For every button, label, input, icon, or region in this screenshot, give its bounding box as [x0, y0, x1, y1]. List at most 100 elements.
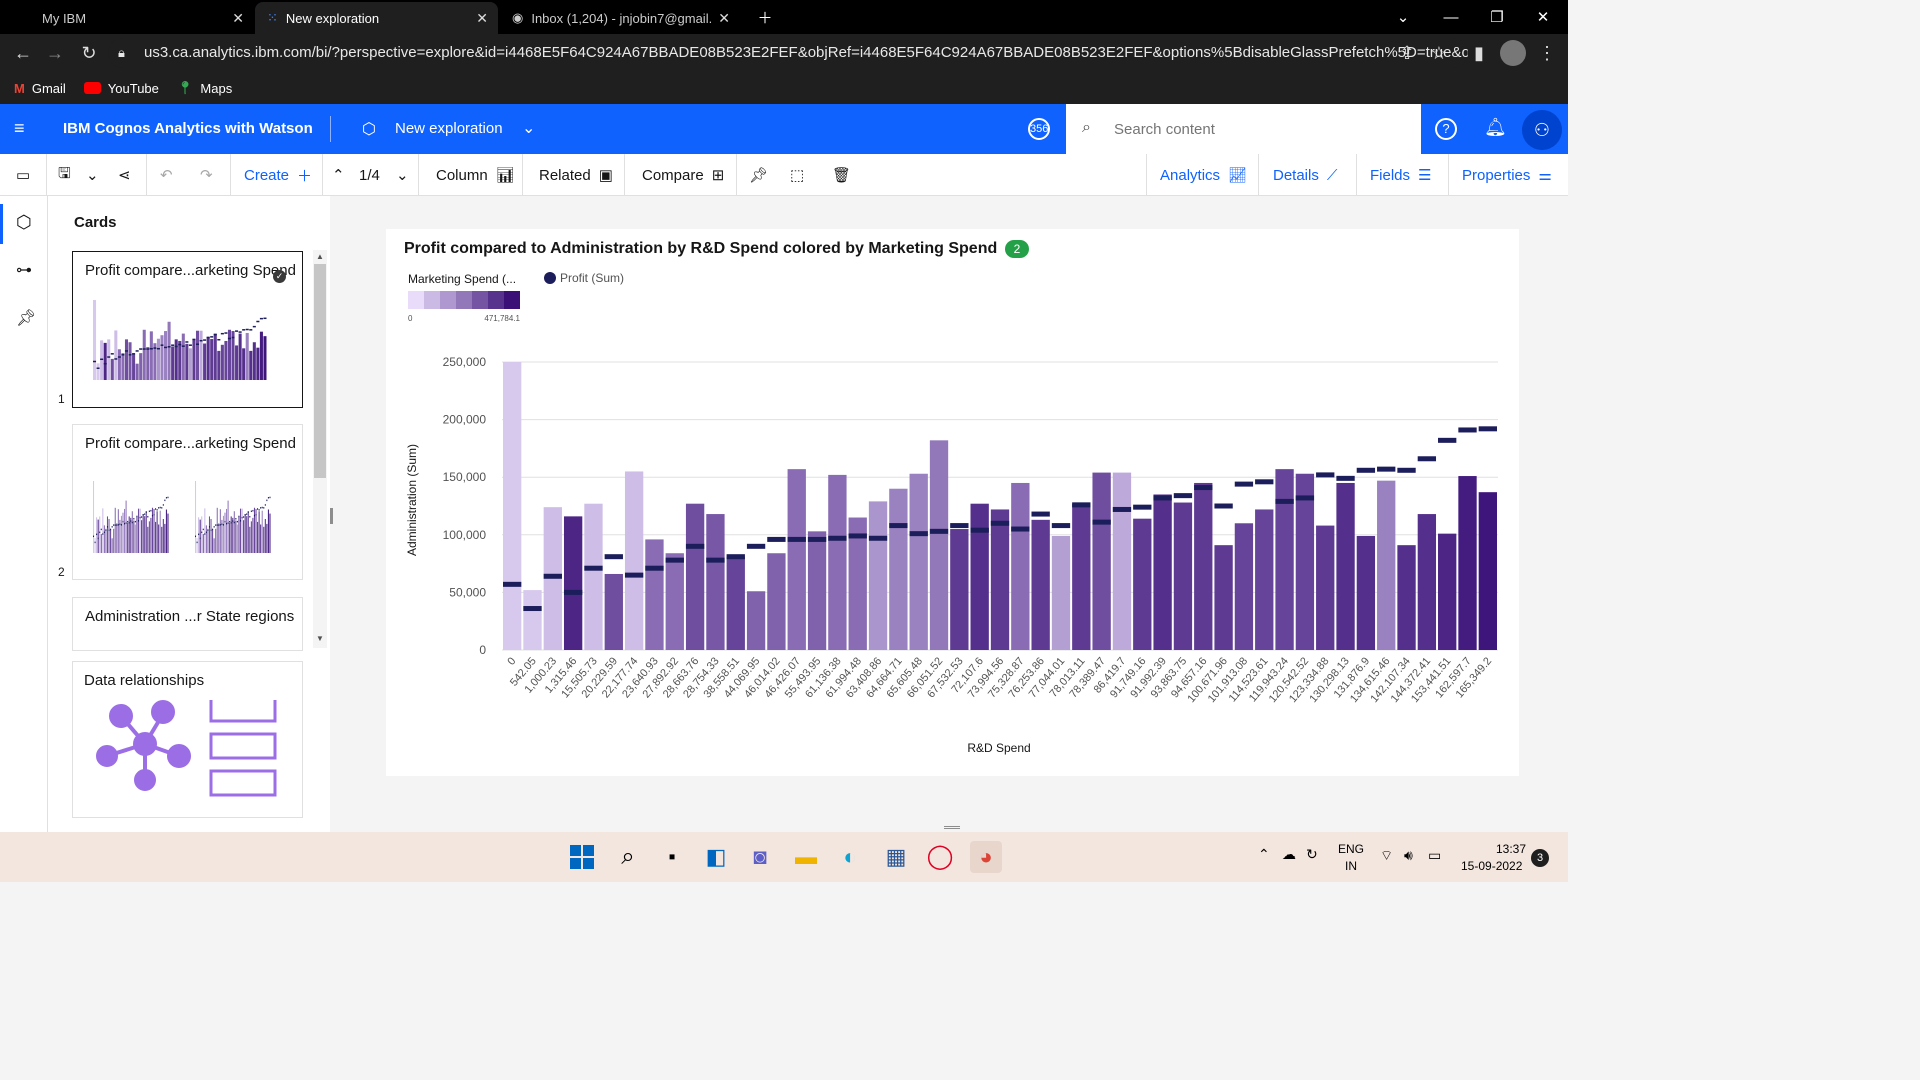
chevron-down-icon[interactable]: ⌄ [86, 154, 99, 196]
hierarchy-icon[interactable]: ⊶ [16, 260, 32, 280]
compare-button[interactable]: Compare ⊞ [642, 154, 724, 196]
scroll-down-arrow[interactable]: ▼ [316, 634, 324, 643]
marker-profit [523, 606, 542, 612]
bookmark-gmail[interactable]: M Gmail [14, 81, 66, 96]
clock-date[interactable]: 15-09-2022 [1461, 859, 1522, 873]
new-tab-icon[interactable]: ＋ [742, 0, 788, 34]
undo-icon[interactable]: ↶ [160, 154, 173, 196]
column-button[interactable]: Column 📊︎ [436, 154, 515, 196]
cards-icon[interactable]: ⬡ [16, 212, 32, 233]
scrollbar[interactable]: ▲ ▼ [313, 250, 327, 648]
minimize-icon[interactable]: — [1428, 0, 1474, 34]
thumbnail-marker [155, 508, 157, 510]
bookmark-youtube[interactable]: YouTube [83, 81, 159, 96]
chart-card[interactable]: Profit compared to Administration by R&D… [386, 229, 1519, 776]
hamburger-icon[interactable]: ≡ [14, 118, 34, 138]
bookmark-maps[interactable]: 📍︎ Maps [177, 80, 232, 96]
forward-icon[interactable]: → [42, 40, 68, 66]
thumbnail-bar [164, 331, 168, 380]
select-icon[interactable]: ⬚ [790, 154, 804, 196]
battery-icon[interactable]: ▭ [1428, 847, 1441, 864]
redo-icon[interactable]: ↷ [200, 154, 213, 196]
bottom-resize-handle[interactable] [944, 826, 960, 829]
card-item[interactable]: Data relationships [72, 661, 303, 818]
tab-new-exploration[interactable]: ⁙ New exploration ✕ [255, 2, 498, 34]
windows-start-icon[interactable] [566, 841, 598, 873]
bar-administration [1458, 476, 1477, 650]
notification-badge[interactable]: 3 [1531, 849, 1549, 867]
pin-icon[interactable]: 📌︎ [16, 308, 36, 328]
search-box[interactable]: ⌕ [1066, 104, 1421, 154]
chat-icon[interactable]: ◙ [744, 841, 776, 873]
card-item[interactable]: Administration ...r State regions [72, 597, 303, 651]
help-icon[interactable]: ? [1435, 118, 1457, 140]
store-icon[interactable]: ▦ [880, 841, 912, 873]
clock-time[interactable]: 13:37 [1496, 842, 1526, 856]
search-icon[interactable]: ⌕ [612, 841, 644, 873]
url-field[interactable]: 🔒︎ us3.ca.analytics.ibm.com/bi/?perspect… [108, 38, 1468, 68]
share-icon[interactable]: ⋖ [118, 154, 131, 196]
avatar[interactable] [1500, 40, 1526, 66]
back-icon[interactable]: ← [10, 40, 36, 66]
chevron-up-icon[interactable]: ⌃ [1258, 846, 1270, 863]
card-item[interactable]: Profit compare...arketing Spend [72, 424, 303, 580]
view-title[interactable]: New exploration [395, 120, 503, 137]
tab-my-ibm[interactable]: My IBM ✕ [30, 2, 254, 34]
star-icon[interactable]: ☆ [1426, 40, 1452, 66]
bell-icon[interactable]: 🔔︎ [1484, 117, 1507, 138]
window-close-icon[interactable]: ✕ [1520, 0, 1566, 34]
related-button[interactable]: Related ▣ [539, 154, 613, 196]
close-icon[interactable]: ✕ [718, 10, 730, 27]
scroll-up-arrow[interactable]: ▲ [316, 252, 324, 261]
save-icon[interactable]: 🖫︎ [58, 154, 71, 196]
thumbnail-bar [252, 342, 256, 380]
sync-icon[interactable]: ↻ [1306, 846, 1318, 863]
pin-icon[interactable]: 📌︎ [749, 154, 768, 196]
restore-icon[interactable]: ❐ [1474, 0, 1520, 34]
close-icon[interactable]: ✕ [476, 10, 488, 27]
fields-button[interactable]: Fields ☰ [1370, 154, 1431, 196]
chevron-down-icon[interactable]: ⌄ [522, 118, 535, 138]
chrome-icon[interactable]: ◕ [970, 841, 1002, 873]
volume-icon[interactable]: 🔊︎ [1404, 847, 1413, 864]
widgets-icon[interactable]: ◧ [700, 841, 732, 873]
thumbnail-marker [158, 507, 160, 509]
thumbnail-bar [124, 339, 129, 380]
left-rail: ⬡ ⊶ 📌︎ [0, 196, 48, 832]
opera-icon[interactable]: ◯ [924, 841, 956, 873]
edge-icon[interactable]: ◐ [834, 841, 866, 873]
chevron-up-icon[interactable]: ⌃ [332, 154, 345, 196]
panel-resize-handle[interactable] [330, 508, 333, 524]
create-button[interactable]: Create ＋ [244, 154, 312, 196]
tab-inbox[interactable]: ◉ Inbox (1,204) - jnjobin7@gmail.co ✕ [500, 2, 740, 34]
delete-icon[interactable]: 🗑︎ [832, 154, 851, 196]
region-code[interactable]: IN [1345, 859, 1357, 873]
share-icon[interactable]: ⇪ [1394, 40, 1420, 66]
task-view-icon[interactable]: ▪ [656, 841, 688, 873]
reload-icon[interactable]: ↻ [76, 40, 102, 66]
properties-button[interactable]: Properties ⚌ [1462, 154, 1552, 196]
card-item[interactable]: Profit compare...arketing Spend ✓ [72, 251, 303, 408]
notification-count-badge[interactable]: 356 [1028, 118, 1050, 140]
close-icon[interactable]: ✕ [232, 10, 244, 27]
analytics-button[interactable]: Analytics 📈︎ [1160, 154, 1247, 196]
chevron-down-icon[interactable]: ⌄ [396, 154, 409, 196]
lang-code[interactable]: ENG [1338, 842, 1364, 856]
file-explorer-icon[interactable]: ▬ [790, 841, 822, 873]
sidepanel-icon[interactable]: ▮ [1466, 40, 1492, 66]
thumbnail-marker [139, 348, 143, 350]
onedrive-icon[interactable]: ☁ [1282, 846, 1296, 863]
wifi-icon[interactable]: ⌔ [1380, 847, 1393, 865]
comment-icon[interactable]: ▭ [16, 154, 30, 196]
thumbnail-bar [231, 331, 235, 380]
thumbnail-bar [213, 538, 215, 553]
bar-administration [828, 474, 847, 650]
menu-icon[interactable]: ⋮ [1534, 40, 1560, 66]
chevron-down-icon[interactable]: ⌄ [1380, 0, 1426, 34]
details-button[interactable]: Details ⟋ [1273, 154, 1337, 196]
thumbnail-marker [106, 526, 109, 528]
bar-administration [1031, 519, 1050, 650]
scroll-thumb[interactable] [314, 264, 326, 478]
user-icon[interactable]: ⚇ [1522, 110, 1562, 150]
search-input[interactable] [1114, 116, 1404, 142]
